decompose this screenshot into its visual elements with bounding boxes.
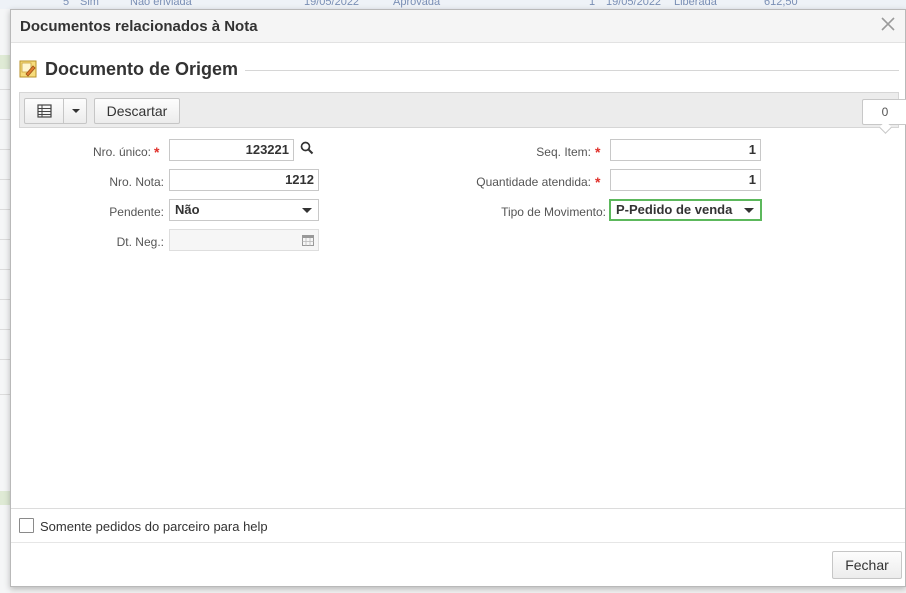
- bg-cell: Aprovada: [393, 0, 441, 8]
- close-icon[interactable]: [879, 15, 897, 33]
- chevron-down-icon: [744, 208, 754, 213]
- document-edit-icon: [19, 60, 37, 78]
- fechar-button[interactable]: Fechar: [832, 551, 902, 579]
- background-grid-left: [0, 9, 10, 593]
- footer-divider: [11, 508, 905, 509]
- chevron-down-icon: [72, 109, 80, 113]
- pendente-value: Não: [175, 202, 200, 217]
- nro-unico-label: Nro. único:: [92, 145, 151, 159]
- quantidade-atendida-input[interactable]: 1: [610, 169, 761, 191]
- grid-icon: [37, 104, 52, 118]
- partner-orders-checkbox-label: Somente pedidos do parceiro para help: [40, 519, 268, 534]
- discard-button[interactable]: Descartar: [94, 98, 180, 124]
- nro-nota-label: Nro. Nota:: [109, 175, 164, 189]
- required-mark: *: [595, 174, 601, 190]
- section-header: Documento de Origem: [19, 58, 899, 82]
- partner-orders-checkbox[interactable]: [19, 518, 34, 533]
- bg-cell: Liberada: [674, 0, 717, 8]
- related-documents-dialog: Documentos relacionados à Nota Documento…: [10, 9, 906, 587]
- bg-cell: 19/05/2022: [304, 0, 360, 8]
- bg-cell: 5: [63, 0, 70, 8]
- section-divider: [245, 70, 899, 71]
- tipo-movimento-value: P-Pedido de venda: [616, 202, 733, 217]
- required-mark: *: [595, 144, 601, 160]
- view-options-dropdown[interactable]: [63, 98, 87, 124]
- dialog-header: Documentos relacionados à Nota: [11, 10, 905, 43]
- bg-cell: 612,50: [764, 0, 798, 8]
- toolbar: Descartar 0: [19, 92, 906, 134]
- calendar-icon: [302, 235, 314, 246]
- bg-cell: 19/05/2022: [606, 0, 662, 8]
- bg-cell: Não enviada: [130, 0, 192, 8]
- dialog-title: Documentos relacionados à Nota: [20, 18, 258, 35]
- chevron-down-icon: [302, 208, 312, 213]
- grid-view-button[interactable]: [24, 98, 64, 124]
- pendente-label: Pendente:: [109, 205, 164, 219]
- seq-item-label: Seq. Item:: [536, 145, 591, 159]
- tipo-movimento-label: Tipo de Movimento:: [501, 205, 606, 219]
- bg-cell: Sim: [80, 0, 99, 8]
- quantidade-atendida-label: Quantidade atendida:: [476, 175, 591, 189]
- nro-nota-input[interactable]: 1212: [169, 169, 319, 191]
- dt-neg-label: Dt. Neg.:: [116, 235, 164, 249]
- seq-item-input[interactable]: 1: [610, 139, 761, 161]
- search-icon[interactable]: [300, 141, 314, 155]
- nro-unico-input[interactable]: 123221: [169, 139, 294, 161]
- bg-cell: 1: [589, 0, 596, 8]
- dt-neg-input: [169, 229, 319, 251]
- tipo-movimento-select[interactable]: P-Pedido de venda: [609, 199, 762, 221]
- required-mark: *: [154, 144, 160, 160]
- footer-divider: [11, 542, 905, 543]
- pendente-select[interactable]: Não: [169, 199, 319, 221]
- section-title: Documento de Origem: [45, 59, 239, 79]
